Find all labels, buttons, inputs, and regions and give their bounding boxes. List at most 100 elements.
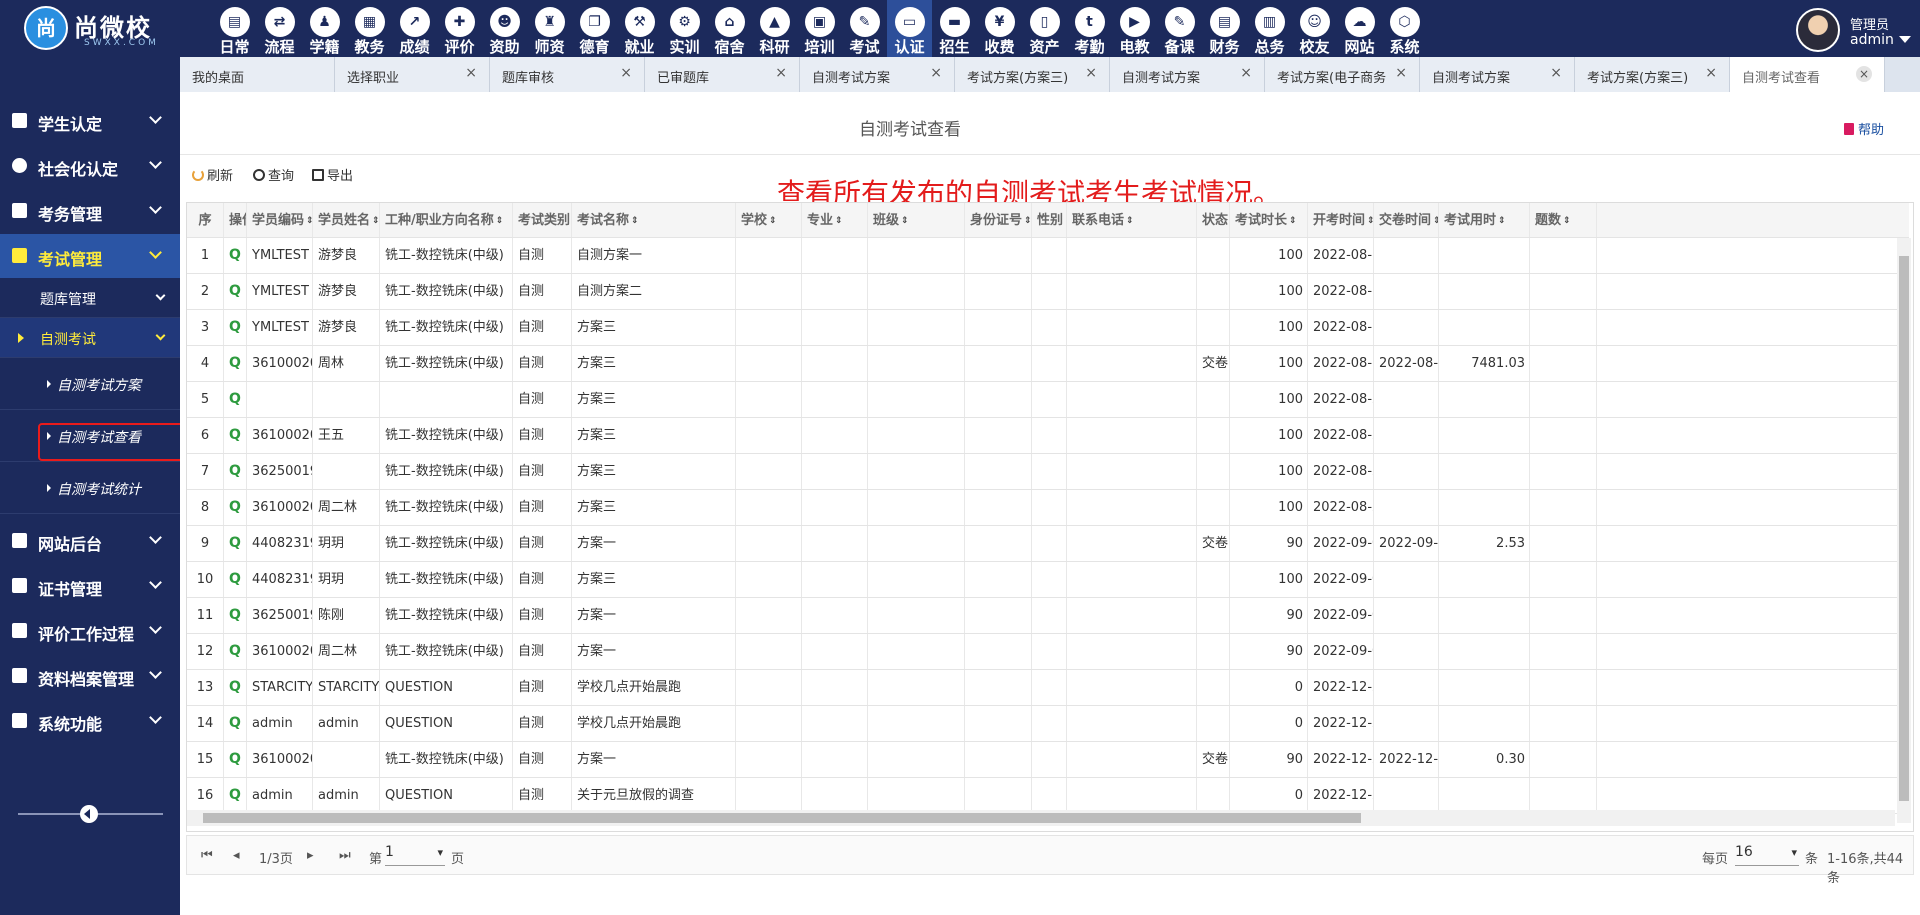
tab-0[interactable]: 我的桌面 [180, 57, 335, 92]
table-row[interactable]: 4Q3610002001周林铣工-数控铣床(中级)自测方案三交卷1002022-… [187, 346, 1909, 382]
sidebar-item-exam-affairs[interactable]: 考务管理 [0, 189, 180, 233]
close-icon[interactable]: × [465, 65, 477, 81]
avatar[interactable] [1796, 8, 1840, 52]
chevron-left-icon[interactable] [80, 805, 98, 823]
view-detail-icon[interactable]: Q [229, 643, 241, 659]
school-logo[interactable]: 尚 尚微校 SWXX.COM [24, 6, 174, 52]
next-page-icon[interactable]: ▸ [307, 848, 314, 863]
vertical-scrollbar[interactable] [1897, 238, 1911, 823]
view-detail-icon[interactable]: Q [229, 283, 241, 299]
table-row[interactable]: 11 Q 3625001999陈刚铣工-数控铣床(中级)自测方案一 902022-09… [187, 598, 1909, 634]
table-row[interactable]: 15Q3610002001铣工-数控铣床(中级)自测方案一交卷902022-12… [187, 742, 1909, 778]
sort-icon[interactable]: ⇕ [306, 204, 312, 237]
sort-icon[interactable]: ⇕ [631, 204, 639, 237]
help-link[interactable]: 帮助 [1844, 119, 1884, 138]
column-header[interactable]: 考试时长 ⇕ [1230, 203, 1308, 237]
tab-4[interactable]: 自测考试方案 × [800, 57, 955, 92]
column-header[interactable]: 身份证号 ⇕ [965, 203, 1032, 237]
user-menu[interactable]: 管理员 admin [1796, 6, 1920, 54]
column-header[interactable]: 学员姓名 ⇕ [313, 203, 380, 237]
column-header[interactable]: 学员编码 ⇕ [247, 203, 313, 237]
scrollbar-thumb[interactable] [1899, 256, 1909, 801]
module-17[interactable]: ¥ 收费 [977, 0, 1022, 57]
module-1[interactable]: ⇄ 流程 [257, 0, 302, 57]
table-row[interactable]: 5Q 自测方案三 1002022-08-22 1 [187, 382, 1909, 418]
export-button[interactable]: 导出 [312, 165, 353, 184]
sidebar-item-social-cert[interactable]: 社会化认定 [0, 144, 180, 188]
sidebar-item-evaluation-process[interactable]: 评价工作过程 [0, 609, 180, 653]
sidebar-item-archives[interactable]: 资料档案管理 [0, 654, 180, 698]
module-20[interactable]: ▶ 电教 [1112, 0, 1157, 57]
module-8[interactable]: ❐ 德育 [572, 0, 617, 57]
view-detail-icon[interactable]: Q [229, 499, 241, 515]
table-row[interactable]: 3Q YMLTEST游梦良铣工-数控铣床(中级)自测方案三 1002022-08-1… [187, 310, 1909, 346]
sidebar-leaf-self-test-plan[interactable]: 自测考试方案 [0, 358, 180, 410]
module-14[interactable]: ✎ 考试 [842, 0, 887, 57]
tab-7[interactable]: 考试方案(电子商务 × [1265, 57, 1420, 92]
tab-9[interactable]: 考试方案(方案三) × [1575, 57, 1730, 92]
close-icon[interactable]: × [1856, 66, 1872, 82]
module-18[interactable]: ▯ 资产 [1022, 0, 1067, 57]
column-header[interactable]: 题数 ⇕ [1530, 203, 1597, 237]
column-header[interactable]: 联系电话 ⇕ [1067, 203, 1197, 237]
caret-down-icon[interactable] [1899, 36, 1911, 43]
table-row[interactable]: 14 Qadmin admin QUESTION 自测 学校几点开始晨跑 0 2022-12-… [187, 706, 1909, 742]
module-23[interactable]: ▥ 总务 [1247, 0, 1292, 57]
column-header[interactable]: 考试类别⇕ [513, 203, 572, 237]
module-3[interactable]: ▦ 教务 [347, 0, 392, 57]
close-icon[interactable]: × [620, 65, 632, 81]
scrollbar-thumb[interactable] [203, 813, 1361, 823]
column-header[interactable]: 交卷时间⇕ [1374, 203, 1439, 237]
module-25[interactable]: ☁ 网站 [1337, 0, 1382, 57]
module-22[interactable]: ▤ 财务 [1202, 0, 1247, 57]
tab-2[interactable]: 题库审核 × [490, 57, 645, 92]
close-icon[interactable]: × [1085, 65, 1097, 81]
refresh-button[interactable]: 刷新 [192, 165, 233, 184]
module-10[interactable]: ⚙ 实训 [662, 0, 707, 57]
module-11[interactable]: ⌂ 宿舍 [707, 0, 752, 57]
module-16[interactable]: ▬ 招生 [932, 0, 977, 57]
tab-3[interactable]: 已审题库 × [645, 57, 800, 92]
sort-icon[interactable]: ⇕ [496, 204, 504, 237]
table-row[interactable]: 16 Qadmin admin QUESTION 自测 关于元旦放假的调查 0 2022-12… [187, 778, 1909, 814]
column-header[interactable]: 学校 ⇕ [736, 203, 802, 237]
first-page-icon[interactable]: ⏮ [201, 848, 213, 863]
column-header[interactable]: 专业 ⇕ [802, 203, 868, 237]
sort-icon[interactable]: ⇕ [1289, 204, 1297, 237]
sidebar-item-system[interactable]: 系统功能 [0, 699, 180, 743]
close-icon[interactable]: × [1395, 65, 1407, 81]
page-select[interactable]: 1 ▾ [385, 844, 445, 866]
horizontal-scrollbar[interactable] [187, 810, 1895, 826]
view-detail-icon[interactable]: Q [229, 679, 241, 695]
close-icon[interactable]: × [1550, 65, 1562, 81]
per-page-select[interactable]: 16 ▾ [1735, 844, 1799, 866]
view-detail-icon[interactable]: Q [229, 535, 241, 551]
column-header[interactable]: 状态⇕ [1197, 203, 1230, 237]
close-icon[interactable]: × [775, 65, 787, 81]
column-header[interactable]: 性别⇕ [1032, 203, 1067, 237]
module-24[interactable]: ☺ 校友 [1292, 0, 1337, 57]
sidebar-item-website-admin[interactable]: 网站后台 [0, 519, 180, 563]
module-19[interactable]: t 考勤 [1067, 0, 1112, 57]
module-21[interactable]: ✎ 备课 [1157, 0, 1202, 57]
table-row[interactable]: 10 Q 4408231991玥玥铣工-数控铣床(中级)自测方案三 1002022-0… [187, 562, 1909, 598]
module-15[interactable]: ▭ 认证 [887, 0, 932, 57]
view-detail-icon[interactable]: Q [229, 355, 241, 371]
tab-8[interactable]: 自测考试方案 × [1420, 57, 1575, 92]
tab-10[interactable]: 自测考试查看 × [1730, 57, 1885, 92]
view-detail-icon[interactable]: Q [229, 319, 241, 335]
module-9[interactable]: ⚒ 就业 [617, 0, 662, 57]
view-detail-icon[interactable]: Q [229, 247, 241, 263]
column-header[interactable]: 考试用时 ⇕ [1439, 203, 1530, 237]
table-row[interactable]: 8Q 3610002001周二林铣工-数控铣床(中级)自测方案三 1002022-0… [187, 490, 1909, 526]
tab-1[interactable]: 选择职业 × [335, 57, 490, 92]
module-7[interactable]: ♜ 师资 [527, 0, 572, 57]
close-icon[interactable]: × [1240, 65, 1252, 81]
table-row[interactable]: 6Q 3610002001王五铣工-数控铣床(中级)自测方案三 1002022-08… [187, 418, 1909, 454]
tab-6[interactable]: 自测考试方案 × [1110, 57, 1265, 92]
module-26[interactable]: ⬡ 系统 [1382, 0, 1427, 57]
sort-icon[interactable]: ⇕ [1126, 204, 1134, 237]
view-detail-icon[interactable]: Q [229, 787, 241, 803]
module-5[interactable]: ✚ 评价 [437, 0, 482, 57]
tab-5[interactable]: 考试方案(方案三) × [955, 57, 1110, 92]
